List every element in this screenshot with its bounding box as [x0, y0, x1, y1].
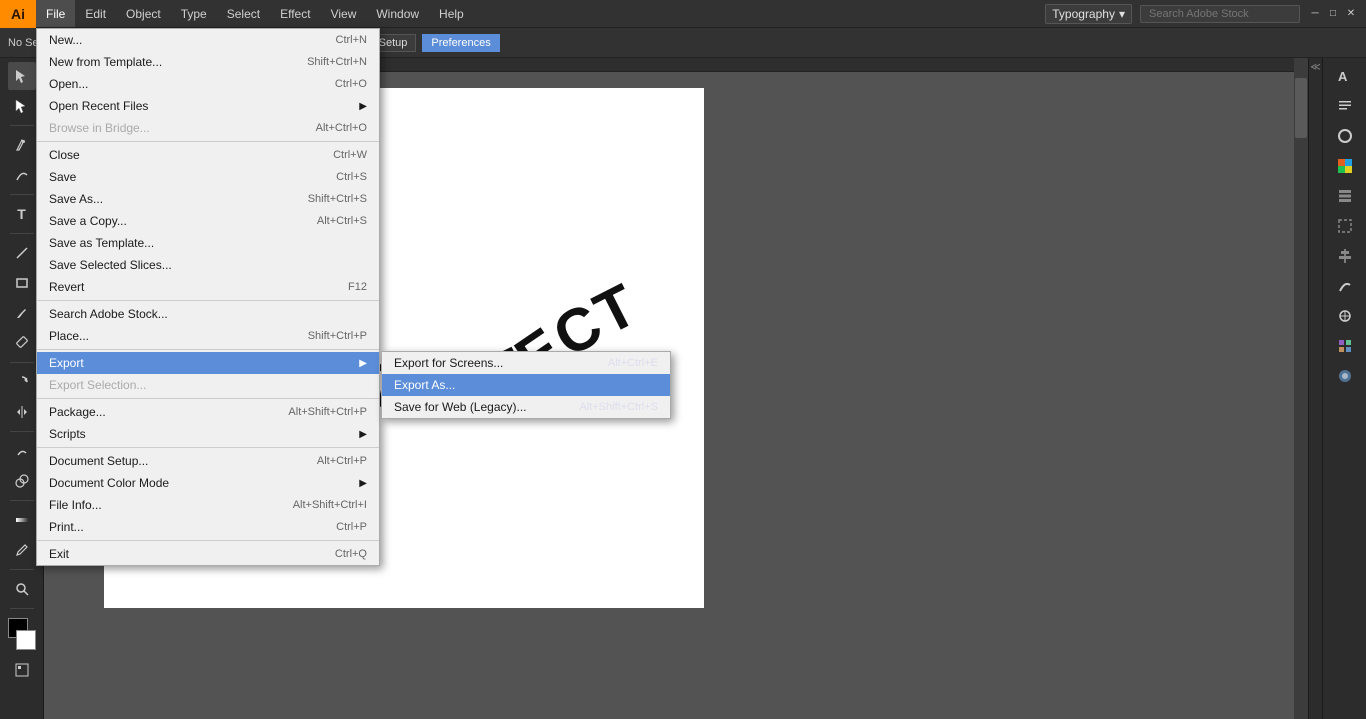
horizontal-ruler — [44, 58, 1308, 72]
doc-size-label: No Se — [8, 37, 39, 49]
workspace-chevron: ▾ — [1119, 7, 1125, 21]
canvas-scrollbar[interactable] — [1294, 58, 1308, 719]
canvas-area: VY TEXT EFFECT — [44, 58, 1308, 719]
pen-tool[interactable] — [8, 131, 36, 159]
app-logo: Ai — [0, 0, 36, 28]
paragraph-icon[interactable] — [1331, 92, 1359, 120]
workspace-selector[interactable]: Typography ▾ — [1045, 4, 1132, 24]
menu-bar-right: Typography ▾ ─ □ ✕ — [1045, 4, 1366, 24]
style-select[interactable] — [282, 34, 310, 52]
menu-effect[interactable]: Effect — [270, 0, 320, 27]
menu-bar: Ai File Edit Object Type Select Effect V… — [0, 0, 1366, 28]
selection-tool[interactable] — [8, 62, 36, 90]
tool-separator-4 — [10, 362, 34, 363]
warp-tool[interactable] — [8, 437, 36, 465]
shape-builder-tool[interactable] — [8, 467, 36, 495]
tool-separator-3 — [10, 233, 34, 234]
tool-separator-8 — [10, 608, 34, 609]
type-tool[interactable]: T — [8, 200, 36, 228]
opacity-select[interactable]: 100% — [184, 34, 243, 52]
eyedropper-tool[interactable] — [8, 536, 36, 564]
maximize-button[interactable]: □ — [1326, 7, 1340, 21]
svg-text:A: A — [1338, 69, 1348, 84]
menu-help[interactable]: Help — [429, 0, 474, 27]
menu-select[interactable]: Select — [217, 0, 270, 27]
direct-select-tool[interactable] — [8, 92, 36, 120]
panel-collapse-button[interactable]: ≪ — [1308, 58, 1322, 719]
symbol-panel-icon[interactable] — [1331, 302, 1359, 330]
tool-separator-2 — [10, 194, 34, 195]
rectangle-tool[interactable] — [8, 269, 36, 297]
text-effect-container: VY TEXT EFFECT — [154, 238, 704, 488]
menu-view[interactable]: View — [321, 0, 367, 27]
reflect-tool[interactable] — [8, 398, 36, 426]
preferences-button[interactable]: Preferences — [422, 34, 499, 52]
scrollbar-thumb — [1295, 78, 1307, 138]
fill-stroke-icons — [10, 658, 34, 682]
tool-separator-7 — [10, 569, 34, 570]
document-setup-button[interactable]: Document Setup — [316, 34, 416, 52]
left-toolbar: T — [0, 58, 44, 719]
stroke-style-select[interactable]: 5 pt. Round — [45, 34, 132, 52]
color-boxes[interactable] — [6, 618, 38, 650]
paintbrush-tool[interactable] — [8, 299, 36, 327]
minimize-button[interactable]: ─ — [1308, 7, 1322, 21]
layer-panel-icon[interactable] — [1331, 182, 1359, 210]
opacity-item: Opacity: — [138, 37, 178, 49]
options-bar: No Se 5 pt. Round Opacity: 100% Style: D… — [0, 28, 1366, 58]
menu-items: File Edit Object Type Select Effect View… — [36, 0, 474, 27]
brush-panel-icon[interactable] — [1331, 272, 1359, 300]
zoom-tool[interactable] — [8, 575, 36, 603]
char-style-icon[interactable]: A — [1331, 62, 1359, 90]
pencil-tool[interactable] — [8, 329, 36, 357]
workspace-label: Typography — [1052, 7, 1115, 21]
artboard: VY TEXT EFFECT — [104, 88, 704, 608]
search-input[interactable] — [1140, 5, 1300, 23]
main-layout: T — [0, 58, 1366, 719]
menu-edit[interactable]: Edit — [75, 0, 116, 27]
text-effect-svg: VY TEXT EFFECT — [154, 238, 704, 488]
tool-separator-5 — [10, 431, 34, 432]
close-button[interactable]: ✕ — [1344, 7, 1358, 21]
curvature-tool[interactable] — [8, 161, 36, 189]
color-panel-icon[interactable] — [1331, 152, 1359, 180]
tool-separator-1 — [10, 125, 34, 126]
background-color[interactable] — [16, 630, 36, 650]
right-panel: A — [1322, 58, 1366, 719]
tool-separator-6 — [10, 500, 34, 501]
menu-type[interactable]: Type — [171, 0, 217, 27]
artboard-navigate[interactable] — [10, 658, 34, 682]
artboard-panel-icon[interactable] — [1331, 212, 1359, 240]
stroke-panel-icon[interactable] — [1331, 122, 1359, 150]
style-item: Style: — [249, 37, 277, 49]
graphic-styles-icon[interactable] — [1331, 332, 1359, 360]
menu-window[interactable]: Window — [366, 0, 429, 27]
menu-file[interactable]: File — [36, 0, 75, 27]
gradient-tool[interactable] — [8, 506, 36, 534]
menu-object[interactable]: Object — [116, 0, 171, 27]
align-panel-icon[interactable] — [1331, 242, 1359, 270]
appearance-icon[interactable] — [1331, 362, 1359, 390]
window-controls: ─ □ ✕ — [1308, 7, 1358, 21]
rotate-tool[interactable] — [8, 368, 36, 396]
svg-text:VY TEXT EFFECT: VY TEXT EFFECT — [154, 270, 649, 446]
line-tool[interactable] — [8, 239, 36, 267]
